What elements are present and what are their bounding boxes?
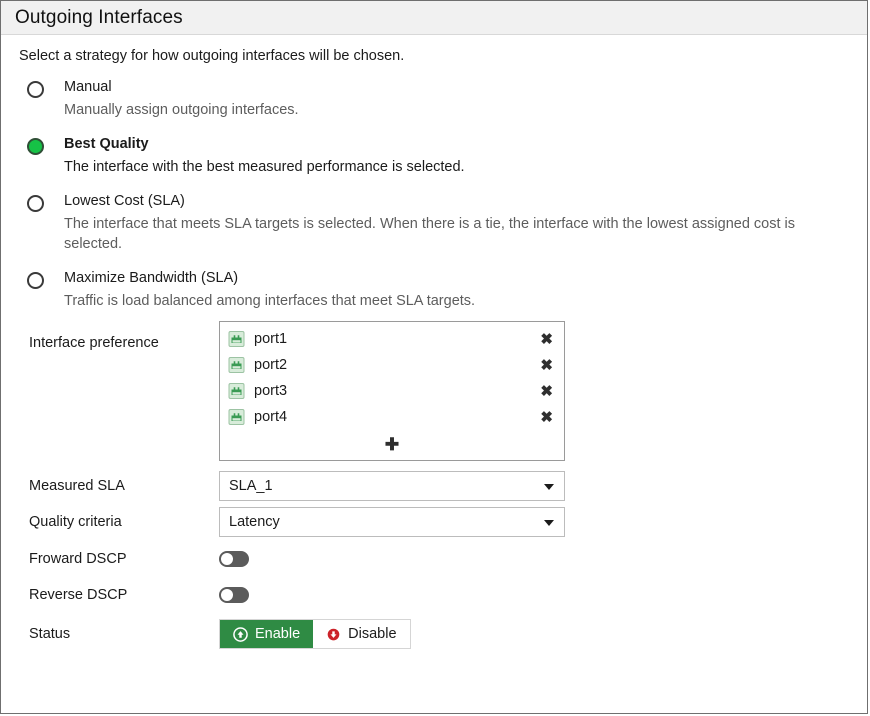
strategy-text: Best Quality The interface with the best… <box>64 135 851 177</box>
enable-button-label: Enable <box>255 626 301 642</box>
interface-name: port2 <box>254 357 288 373</box>
strategy-option-maximize-bandwidth[interactable]: Maximize Bandwidth (SLA) Traffic is load… <box>27 269 851 311</box>
strategy-description: Traffic is load balanced among interface… <box>64 293 476 309</box>
toggle-knob <box>221 589 233 601</box>
row-status: Status Enable Disable <box>29 619 851 649</box>
list-item[interactable]: port2 ✖ <box>220 352 564 378</box>
strategy-text: Maximize Bandwidth (SLA) Traffic is load… <box>64 269 851 311</box>
disable-button-label: Disable <box>348 626 397 642</box>
strategy-option-manual[interactable]: Manual Manually assign outgoing interfac… <box>27 78 851 120</box>
measured-sla-label: Measured SLA <box>29 478 125 494</box>
radio-icon-lowest-cost[interactable] <box>27 195 44 212</box>
network-port-icon <box>228 331 245 347</box>
strategy-label: Lowest Cost (SLA) <box>64 193 185 209</box>
panel-body: Select a strategy for how outgoing inter… <box>1 35 867 649</box>
strategy-label: Manual <box>64 79 112 95</box>
outgoing-interfaces-panel: Outgoing Interfaces Select a strategy fo… <box>0 0 868 714</box>
list-item[interactable]: port1 ✖ <box>220 326 564 352</box>
quality-criteria-value: Latency <box>229 514 280 530</box>
remove-interface-icon[interactable]: ✖ <box>539 384 554 399</box>
forward-dscp-toggle[interactable] <box>219 551 249 567</box>
quality-criteria-select[interactable]: Latency <box>219 507 565 537</box>
remove-interface-icon[interactable]: ✖ <box>539 358 554 373</box>
quality-criteria-label: Quality criteria <box>29 514 122 530</box>
reverse-dscp-toggle[interactable] <box>219 587 249 603</box>
strategy-label: Best Quality <box>64 136 149 152</box>
reverse-dscp-label: Reverse DSCP <box>29 587 128 603</box>
enable-button[interactable]: Enable <box>220 620 314 648</box>
row-interface-preference: Interface preference port1 ✖ port2 ✖ por… <box>29 321 851 461</box>
status-toggle-group: Enable Disable <box>219 619 411 649</box>
disable-button[interactable]: Disable <box>313 620 410 648</box>
status-control: Enable Disable <box>219 619 411 649</box>
interface-name: port1 <box>254 331 288 347</box>
toggle-knob <box>221 553 233 565</box>
list-item[interactable]: port3 ✖ <box>220 378 564 404</box>
radio-icon-maximize-bandwidth[interactable] <box>27 272 44 289</box>
strategy-radio-group: Manual Manually assign outgoing interfac… <box>27 78 851 311</box>
strategy-description: The interface that meets SLA targets is … <box>64 216 796 252</box>
strategy-text: Lowest Cost (SLA) The interface that mee… <box>64 192 851 254</box>
row-forward-dscp: Froward DSCP <box>29 543 851 575</box>
measured-sla-control: SLA_1 <box>219 471 565 501</box>
arrow-up-circle-icon <box>233 626 248 642</box>
chevron-down-icon <box>544 484 554 490</box>
chevron-down-icon <box>544 520 554 526</box>
status-label: Status <box>29 626 71 642</box>
intro-text: Select a strategy for how outgoing inter… <box>19 48 405 64</box>
network-port-icon <box>228 357 245 373</box>
add-interface-button[interactable]: ✚ <box>220 430 564 458</box>
reverse-dscp-control <box>219 587 249 603</box>
interface-preference-control: port1 ✖ port2 ✖ port3 ✖ port4 ✖ ✚ <box>219 321 565 461</box>
strategy-label: Maximize Bandwidth (SLA) <box>64 270 239 286</box>
strategy-option-best-quality[interactable]: Best Quality The interface with the best… <box>27 135 851 177</box>
strategy-option-lowest-cost[interactable]: Lowest Cost (SLA) The interface that mee… <box>27 192 851 254</box>
strategy-description: Manually assign outgoing interfaces. <box>64 102 299 118</box>
strategy-description: The interface with the best measured per… <box>64 159 465 175</box>
settings-form: Interface preference port1 ✖ port2 ✖ por… <box>29 321 851 649</box>
interface-name: port4 <box>254 409 288 425</box>
interface-preference-label: Interface preference <box>29 335 159 351</box>
arrow-down-circle-icon <box>326 626 341 642</box>
row-measured-sla: Measured SLA SLA_1 <box>29 471 851 501</box>
strategy-text: Manual Manually assign outgoing interfac… <box>64 78 851 120</box>
network-port-icon <box>228 383 245 399</box>
quality-criteria-control: Latency <box>219 507 565 537</box>
radio-icon-best-quality[interactable] <box>27 138 44 155</box>
interface-preference-list[interactable]: port1 ✖ port2 ✖ port3 ✖ port4 ✖ ✚ <box>219 321 565 461</box>
panel-header: Outgoing Interfaces <box>1 1 867 35</box>
interface-name: port3 <box>254 383 288 399</box>
radio-icon-manual[interactable] <box>27 81 44 98</box>
measured-sla-select[interactable]: SLA_1 <box>219 471 565 501</box>
remove-interface-icon[interactable]: ✖ <box>539 332 554 347</box>
forward-dscp-control <box>219 551 249 567</box>
list-item[interactable]: port4 ✖ <box>220 404 564 430</box>
row-quality-criteria: Quality criteria Latency <box>29 507 851 537</box>
network-port-icon <box>228 409 245 425</box>
page-title: Outgoing Interfaces <box>15 6 183 28</box>
forward-dscp-label: Froward DSCP <box>29 551 127 567</box>
remove-interface-icon[interactable]: ✖ <box>539 410 554 425</box>
measured-sla-value: SLA_1 <box>229 478 273 494</box>
row-reverse-dscp: Reverse DSCP <box>29 579 851 611</box>
